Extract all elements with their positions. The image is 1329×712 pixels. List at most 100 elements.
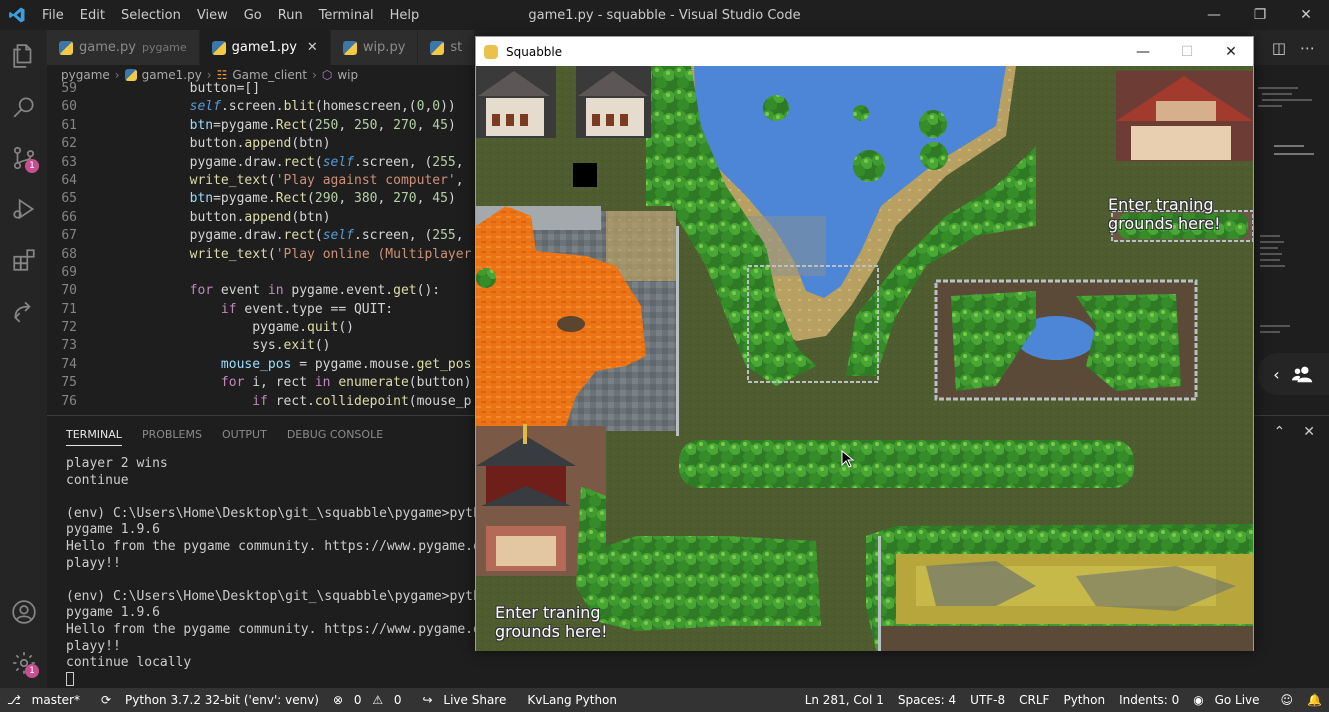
minimize-icon[interactable]: — xyxy=(1191,0,1237,30)
people-icon[interactable] xyxy=(1291,364,1314,384)
status-right: Ln 281, Col 1 Spaces: 4 UTF-8 CRLF Pytho… xyxy=(798,693,1329,707)
method-icon: ⬡ xyxy=(321,68,333,82)
warning-count: 0 xyxy=(393,693,402,707)
source-control-button[interactable]: 1 xyxy=(0,132,47,183)
tab-st[interactable]: st xyxy=(418,30,476,65)
mouse-cursor-icon xyxy=(841,450,855,468)
tab-wip-py[interactable]: wip.py xyxy=(330,30,419,65)
code-line: 69 xyxy=(47,265,477,283)
code-text: if rect.collidepoint(mouse_p xyxy=(252,393,472,409)
breadcrumb-item[interactable]: Game_client xyxy=(232,68,307,82)
settings-badge: 1 xyxy=(25,664,39,678)
pygame-window: Squabble — ☐ ✕ Enter traning grounds her… xyxy=(475,36,1254,651)
line-number: 71 xyxy=(61,301,77,317)
extensions-button[interactable] xyxy=(0,234,47,285)
menu-view[interactable]: View xyxy=(189,8,236,23)
code-line: 76 if rect.collidepoint(mouse_p xyxy=(47,394,477,412)
more-actions-icon[interactable]: ⋯ xyxy=(1300,39,1315,57)
cursor-position[interactable]: Ln 281, Col 1 xyxy=(798,693,891,707)
line-number: 76 xyxy=(61,393,77,409)
sign-line: grounds here! xyxy=(1108,214,1221,233)
split-editor-icon[interactable]: ◫ xyxy=(1272,39,1286,57)
terminal-line: continue locally xyxy=(66,655,192,671)
python-interpreter[interactable]: Python 3.7.2 32-bit ('env': venv) xyxy=(118,693,326,707)
line-number: 75 xyxy=(61,375,77,391)
encoding[interactable]: UTF-8 xyxy=(963,693,1012,707)
code-line: 70 for event in pygame.event.get(): xyxy=(47,283,477,301)
line-number: 61 xyxy=(61,117,77,133)
minimize-icon[interactable]: — xyxy=(1121,37,1165,66)
code-text: write_text('Play against computer', xyxy=(189,172,464,188)
tab-label: wip.py xyxy=(362,40,406,55)
python-file-icon xyxy=(59,40,73,55)
code-text: pygame.draw.rect(self.screen, (255, xyxy=(189,228,464,244)
run-debug-button[interactable] xyxy=(0,183,47,234)
pygame-window-controls: — ☐ ✕ xyxy=(1121,37,1253,66)
training-sign-top-right[interactable]: Enter traning grounds here! xyxy=(1108,195,1221,233)
go-live-status[interactable]: ◉ Go Live xyxy=(1186,693,1273,707)
tab-problems[interactable]: PROBLEMS xyxy=(142,428,202,441)
tab-output[interactable]: OUTPUT xyxy=(222,428,267,441)
search-button[interactable] xyxy=(0,81,47,132)
close-panel-icon[interactable]: ✕ xyxy=(1303,424,1315,440)
tab-sublabel: pygame xyxy=(141,41,187,54)
pygame-window-title: Squabble xyxy=(506,44,563,59)
code-line: 62 button.append(btn) xyxy=(47,136,477,154)
chevron-left-icon[interactable]: ‹ xyxy=(1273,365,1279,384)
line-number: 68 xyxy=(61,246,77,262)
chevron-up-icon[interactable]: ⌃ xyxy=(1274,424,1286,440)
sync-icon[interactable]: ⟳ xyxy=(94,693,118,707)
code-text: button.append(btn) xyxy=(189,209,331,225)
chevron-right-icon: › xyxy=(114,68,120,82)
tab-close-icon[interactable]: ✕ xyxy=(307,40,318,55)
training-sign-bottom-left[interactable]: Enter traning grounds here! xyxy=(495,603,608,641)
notifications-icon[interactable]: 🔔 xyxy=(1300,693,1329,707)
menu-go[interactable]: Go xyxy=(236,8,270,23)
breadcrumb-item[interactable]: pygame xyxy=(61,68,110,82)
close-icon[interactable]: ✕ xyxy=(1209,37,1253,66)
code-editor[interactable]: 59 button=[] 60 self.screen.blit(homescr… xyxy=(47,81,477,413)
menu-help[interactable]: Help xyxy=(382,8,428,23)
manage-button[interactable]: 1 xyxy=(0,637,47,688)
line-number: 74 xyxy=(61,356,77,372)
activity-bar: 1 1 xyxy=(0,30,47,688)
tab-terminal[interactable]: TERMINAL xyxy=(66,422,122,446)
branch-status[interactable]: ⎇ master* xyxy=(0,693,94,707)
language-mode[interactable]: Python xyxy=(1056,693,1112,707)
menu-file[interactable]: File xyxy=(34,8,72,23)
menu-edit[interactable]: Edit xyxy=(72,8,113,23)
class-icon: ☷ xyxy=(216,68,228,82)
code-text: if event.type == QUIT: xyxy=(220,301,394,317)
menu-terminal[interactable]: Terminal xyxy=(311,8,382,23)
feedback-icon[interactable]: ☺ xyxy=(1274,693,1301,707)
sign-line: Enter traning xyxy=(1108,195,1214,214)
game-canvas[interactable]: Enter traning grounds here! Enter tranin… xyxy=(476,66,1253,651)
menu-run[interactable]: Run xyxy=(270,8,311,23)
restore-icon[interactable]: ❐ xyxy=(1237,0,1283,30)
terminal-prompt[interactable] xyxy=(66,672,1329,689)
live-share-status[interactable]: ↪ Live Share xyxy=(416,693,521,707)
line-number: 64 xyxy=(61,172,77,188)
live-share-button[interactable] xyxy=(0,285,47,336)
end-of-line[interactable]: CRLF xyxy=(1012,693,1056,707)
indents-status[interactable]: Indents: 0 xyxy=(1112,693,1186,707)
menu-selection[interactable]: Selection xyxy=(113,8,189,23)
tab-game-py[interactable]: game.py pygame xyxy=(47,30,200,65)
code-line: 75 for i, rect in enumerate(button) xyxy=(47,375,477,393)
tab-game1-py[interactable]: game1.py ✕ xyxy=(199,30,331,65)
breadcrumb-item[interactable]: wip xyxy=(337,68,358,82)
code-text: button=[] xyxy=(127,81,261,96)
chevron-right-icon: › xyxy=(206,68,212,82)
close-icon[interactable]: ✕ xyxy=(1283,0,1329,30)
terminal-cursor xyxy=(66,672,74,687)
problems-status[interactable]: ⊗ 0 ⚠ 0 xyxy=(326,693,416,707)
pygame-snake-icon xyxy=(484,44,498,59)
breadcrumb-item[interactable]: game1.py xyxy=(142,68,202,82)
accounts-button[interactable] xyxy=(0,586,47,637)
chevron-right-icon: › xyxy=(312,68,317,82)
indentation[interactable]: Spaces: 4 xyxy=(891,693,963,707)
tab-debug-console[interactable]: DEBUG CONSOLE xyxy=(287,428,383,441)
kvlang-status[interactable]: KvLang Python xyxy=(520,693,624,707)
explorer-button[interactable] xyxy=(0,30,47,81)
